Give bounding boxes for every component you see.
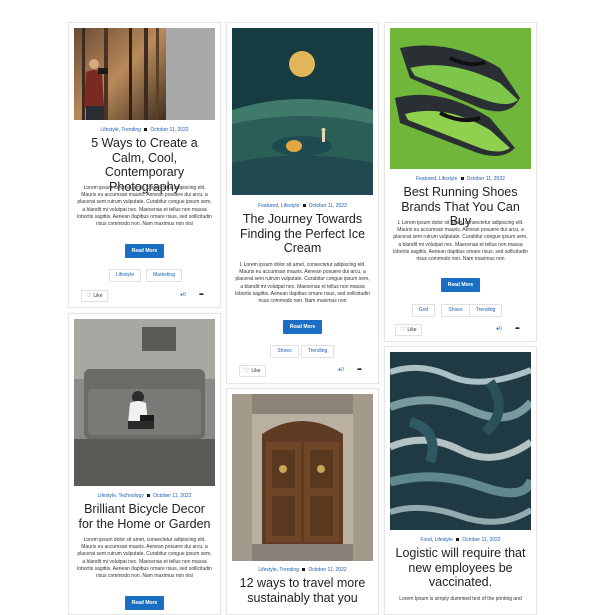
tag-link[interactable]: Grid: [412, 304, 435, 317]
post-excerpt: Lorem ipsum dolor sit amet, consectetur …: [77, 537, 212, 580]
post-title[interactable]: Logistic will require that new employees…: [393, 546, 528, 590]
post-title[interactable]: 12 ways to travel more sustainably that …: [235, 576, 370, 605]
tag-link[interactable]: Lifestyle: [109, 269, 141, 282]
post-date[interactable]: October 11, 2022: [308, 567, 346, 573]
post-meta: Featured, Lifestyle October 11, 2022: [416, 176, 505, 182]
separator-dot: [302, 568, 306, 572]
category-link[interactable]: Lifestyle: [97, 493, 115, 499]
comment-count[interactable]: ●0: [496, 326, 502, 332]
separator-dot: [147, 494, 151, 498]
post-excerpt: L Lorem ipsum dolor sit amet, consectetu…: [393, 220, 528, 263]
tag-link[interactable]: Shoes: [441, 304, 470, 317]
share-icon[interactable]: ➦: [199, 291, 204, 298]
like-label: Like: [407, 327, 417, 333]
post-meta: Food, Lifestyle October 11, 2022: [420, 537, 501, 543]
heart-icon: ♡: [86, 293, 92, 299]
like-button[interactable]: ♡ Like: [81, 290, 108, 302]
post-date[interactable]: October 11, 2022: [467, 176, 505, 182]
photographer-in-forest-image[interactable]: [74, 28, 215, 120]
post-meta: Lifestyle, Trending October 11, 2022: [100, 127, 189, 133]
separator-dot: [302, 204, 306, 208]
heart-icon: ♡: [244, 368, 250, 374]
post-card: Featured, Lifestyle October 11, 2022 Bes…: [384, 22, 537, 342]
moon-landscape-illustration[interactable]: [232, 28, 373, 195]
post-date[interactable]: October 11, 2022: [309, 203, 347, 209]
share-icon[interactable]: ➦: [357, 366, 362, 373]
category-link[interactable]: Lifestyle: [100, 127, 118, 133]
category-link[interactable]: Food: [420, 537, 431, 543]
post-date[interactable]: October 11, 2022: [150, 127, 188, 133]
post-excerpt: L Lorem ipsum dolor sit amet, consectetu…: [235, 262, 370, 305]
category-link[interactable]: Lifestyle: [281, 203, 299, 209]
post-meta: Featured, Lifestyle October 11, 2022: [258, 203, 347, 209]
tag-link[interactable]: Marketing: [146, 269, 182, 282]
separator-dot: [144, 128, 148, 132]
like-label: Like: [251, 368, 261, 374]
like-button[interactable]: ♡ Like: [239, 365, 266, 377]
post-meta: Lifestyle, Technology October 11, 2022: [97, 493, 192, 499]
like-button[interactable]: ♡ Like: [395, 324, 422, 336]
category-link[interactable]: Lifestyle: [435, 537, 453, 543]
post-card: Food, Lifestyle October 11, 2022 Logisti…: [384, 346, 537, 615]
separator-dot: [460, 177, 464, 181]
category-link[interactable]: Trending: [279, 567, 299, 573]
category-link[interactable]: Lifestyle: [258, 567, 276, 573]
post-card: Lifestyle, Trending October 11, 2022 12 …: [226, 388, 379, 615]
category-link[interactable]: Featured: [258, 203, 278, 209]
post-title[interactable]: Brilliant Bicycle Decor for the Home or …: [77, 502, 212, 531]
person-on-sofa-image[interactable]: [74, 319, 215, 486]
tag-link[interactable]: Trending: [469, 304, 502, 317]
read-more-button[interactable]: Read More: [125, 244, 164, 258]
like-label: Like: [93, 293, 103, 299]
ocean-waves-image[interactable]: [390, 352, 531, 530]
category-link[interactable]: Technology: [119, 493, 144, 499]
tag-link[interactable]: Trending: [301, 345, 334, 358]
heart-icon: ♡: [400, 327, 406, 333]
category-link[interactable]: Lifestyle: [439, 176, 457, 182]
wooden-door-image[interactable]: [232, 394, 373, 561]
post-title[interactable]: The Journey Towards Finding the Perfect …: [235, 212, 370, 256]
post-excerpt: Lorem ipsum dolor sit amet, consectetur …: [77, 185, 212, 228]
green-running-shoes-image[interactable]: [390, 28, 531, 169]
read-more-button[interactable]: Read More: [283, 320, 322, 334]
post-card: Featured, Lifestyle October 11, 2022 The…: [226, 22, 379, 384]
read-more-button[interactable]: Read More: [441, 278, 480, 292]
separator-dot: [456, 538, 460, 542]
post-date[interactable]: October 11, 2022: [462, 537, 500, 543]
comment-count[interactable]: ●0: [338, 367, 344, 373]
tag-link[interactable]: Shoes: [270, 345, 299, 358]
share-icon[interactable]: ➦: [515, 325, 520, 332]
comment-count[interactable]: ●0: [180, 292, 186, 298]
category-link[interactable]: Featured: [416, 176, 436, 182]
post-date[interactable]: October 11, 2022: [153, 493, 191, 499]
post-card: Lifestyle, Technology October 11, 2022 B…: [68, 313, 221, 615]
post-card: Lifestyle, Trending October 11, 2022 5 W…: [68, 22, 221, 308]
read-more-button[interactable]: Read More: [125, 596, 164, 610]
post-meta: Lifestyle, Trending October 11, 2022: [258, 567, 347, 573]
category-link[interactable]: Trending: [121, 127, 141, 133]
